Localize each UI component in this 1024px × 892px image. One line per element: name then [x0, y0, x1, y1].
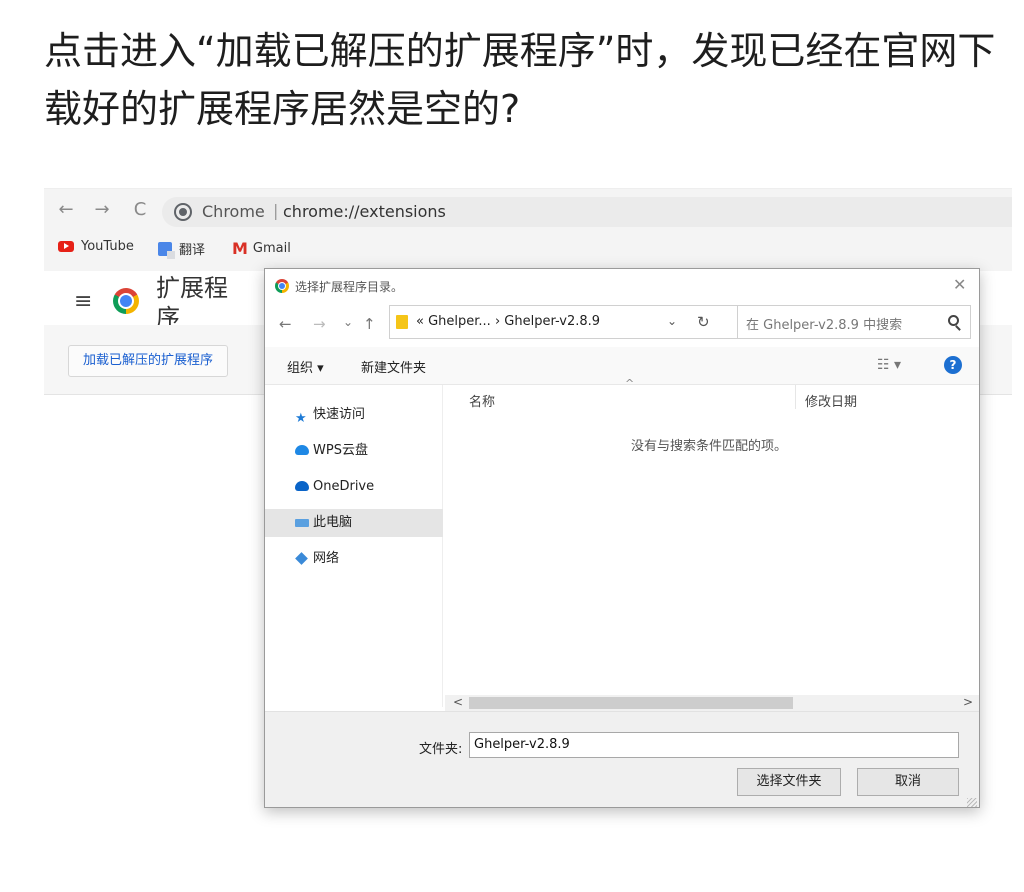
bookmark-translate[interactable]: 翻译 — [158, 239, 206, 259]
scrollbar-thumb[interactable] — [469, 697, 793, 709]
dialog-back-button[interactable]: ← — [279, 315, 292, 333]
chrome-site-icon — [176, 205, 190, 219]
nav-item-label: OneDrive — [313, 479, 375, 494]
chrome-logo-icon — [113, 288, 139, 314]
view-options-icon[interactable]: ☷ ▾ — [877, 357, 901, 373]
breadcrumb[interactable]: « Ghelper... › Ghelper-v2.8.9 — [416, 314, 600, 329]
navigation-pane: ★ 快速访问 WPS云盘 OneDrive 此电脑 网络 — [265, 385, 443, 707]
computer-icon — [295, 519, 309, 527]
recent-locations-button[interactable]: ⌄ — [343, 315, 353, 329]
dialog-footer: 文件夹: Ghelper-v2.8.9 选择文件夹 取消 — [265, 711, 979, 807]
column-divider[interactable] — [795, 385, 796, 409]
address-bar[interactable]: Chrome | chrome://extensions — [162, 197, 1012, 227]
nav-item-label: 快速访问 — [313, 407, 366, 422]
back-button[interactable]: ← — [54, 199, 78, 220]
scroll-left-icon[interactable]: < — [453, 695, 463, 709]
forward-button[interactable]: → — [90, 199, 114, 220]
command-bar: 组织 ▾ 新建文件夹 ☷ ▾ ? — [265, 347, 979, 385]
cancel-button[interactable]: 取消 — [857, 768, 959, 796]
search-icon[interactable] — [948, 315, 959, 326]
gmail-icon: M — [232, 239, 248, 258]
nav-item-wps-cloud[interactable]: WPS云盘 — [265, 437, 443, 465]
close-icon[interactable]: ✕ — [953, 275, 966, 294]
site-chip: Chrome — [202, 202, 265, 221]
page-title: 扩展程序 — [156, 274, 228, 332]
hamburger-menu-icon[interactable]: ≡ — [74, 289, 92, 314]
bookmark-gmail[interactable]: M Gmail — [232, 239, 291, 258]
folder-icon — [396, 315, 408, 329]
nav-item-onedrive[interactable]: OneDrive — [265, 473, 443, 501]
nav-item-label: 网络 — [313, 551, 340, 566]
column-header-name[interactable]: 名称 — [469, 391, 495, 410]
folder-name-input[interactable]: Ghelper-v2.8.9 — [469, 732, 959, 758]
chevron-down-icon[interactable]: ⌄ — [667, 314, 677, 328]
help-icon[interactable]: ? — [944, 356, 962, 374]
bookmark-label: 翻译 — [179, 243, 206, 258]
resize-grip-icon[interactable] — [967, 798, 977, 807]
refresh-icon[interactable]: ↻ — [697, 313, 710, 331]
sort-indicator-icon: ^ — [625, 377, 635, 390]
scroll-right-icon[interactable]: > — [963, 695, 973, 709]
select-folder-button[interactable]: 选择文件夹 — [737, 768, 841, 796]
bookmark-label: YouTube — [81, 239, 134, 254]
file-list: ^ 名称 修改日期 没有与搜索条件匹配的项。 — [445, 377, 979, 695]
nav-item-network[interactable]: 网络 — [265, 545, 443, 573]
search-input[interactable]: 在 Ghelper-v2.8.9 中搜索 — [737, 305, 971, 339]
search-placeholder: 在 Ghelper-v2.8.9 中搜索 — [746, 318, 903, 333]
chrome-app-icon — [275, 279, 289, 293]
browser-chrome-bar: ← → C Chrome | chrome://extensions YouTu… — [44, 189, 1012, 271]
folder-field-label: 文件夹: — [419, 742, 463, 757]
column-header-modified[interactable]: 修改日期 — [805, 391, 857, 410]
load-unpacked-button[interactable]: 加载已解压的扩展程序 — [68, 345, 229, 377]
nav-item-label: 此电脑 — [313, 515, 353, 530]
dialog-forward-button[interactable]: → — [313, 315, 326, 333]
nav-item-quick-access[interactable]: ★ 快速访问 — [265, 401, 443, 429]
horizontal-scrollbar[interactable]: < > — [445, 695, 979, 711]
empty-state-message: 没有与搜索条件匹配的项。 — [631, 439, 788, 454]
url-text[interactable]: chrome://extensions — [283, 202, 446, 221]
nav-item-this-pc[interactable]: 此电脑 — [265, 509, 443, 537]
up-folder-button[interactable]: ↑ — [363, 315, 376, 333]
network-icon — [295, 552, 308, 565]
dialog-title: 选择扩展程序目录。 — [295, 280, 404, 294]
folder-picker-dialog: 选择扩展程序目录。 ✕ ← → ⌄ ↑ « Ghelper... › Ghelp… — [264, 268, 980, 808]
bookmark-youtube[interactable]: YouTube — [58, 239, 134, 254]
post-headline: 点击进入“加载已解压的扩展程序”时，发现已经在官网下载好的扩展程序居然是空的? — [44, 29, 996, 131]
onedrive-icon — [295, 481, 309, 491]
url-separator: | — [273, 201, 279, 220]
organize-menu[interactable]: 组织 ▾ — [287, 357, 324, 376]
translate-icon — [158, 241, 175, 259]
bookmark-label: Gmail — [252, 241, 291, 256]
reload-button[interactable]: C — [128, 199, 152, 220]
youtube-icon — [58, 241, 74, 252]
new-folder-button[interactable]: 新建文件夹 — [361, 357, 426, 376]
nav-item-label: WPS云盘 — [313, 443, 368, 458]
star-icon: ★ — [295, 411, 307, 426]
location-bar[interactable]: « Ghelper... › Ghelper-v2.8.9 — [389, 305, 747, 339]
cloud-icon — [295, 445, 309, 455]
